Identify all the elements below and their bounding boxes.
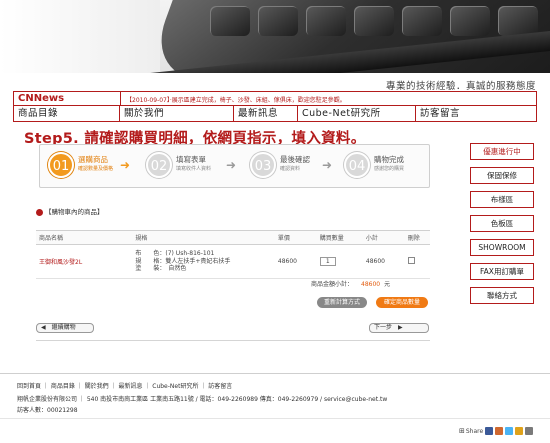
cart-total: 商品金額小計： 48600 元	[311, 279, 390, 288]
banner-tile	[258, 6, 298, 36]
price-cell: 48600	[274, 244, 317, 279]
total-label: 商品金額小計：	[311, 281, 354, 288]
quantity-input[interactable]: 1	[319, 257, 336, 266]
nav-item-news[interactable]: 最新訊息	[234, 106, 298, 122]
arrow-right-icon: ➜	[322, 158, 333, 172]
brand-logo[interactable]: CNNews	[18, 93, 64, 104]
spec-finish: 塗 裝： 自然色	[135, 265, 187, 273]
share-bar: ⊞ Share	[459, 425, 534, 437]
qty-cell: 1	[316, 244, 363, 279]
plurk-icon[interactable]	[495, 427, 504, 435]
banner-background	[0, 0, 160, 73]
column-header-price: 單價	[274, 230, 317, 245]
product-spec-cell: 布 色：(7) Ush-816-101 規 格：雙人左扶手+貴妃右扶手 塗 裝：…	[132, 244, 275, 279]
visitor-counter: 訪客人數：00021298	[17, 407, 78, 414]
showroom-button[interactable]: SHOWROOM	[470, 239, 534, 256]
step-label: 最後確認	[280, 155, 310, 164]
divider	[36, 340, 430, 341]
divider	[120, 92, 121, 106]
step-number: 01	[48, 152, 74, 178]
banner-tile	[210, 6, 250, 36]
total-unit: 元	[384, 281, 391, 288]
cart-heading: 【購物車內的商品】	[36, 206, 104, 216]
column-header-spec: 規格	[132, 230, 275, 245]
fabric-samples-button[interactable]: 布樣區	[470, 191, 534, 208]
subtotal-cell: 48600	[362, 244, 405, 279]
step-sublabel: 感謝您的購買	[374, 166, 405, 172]
product-name-cell: 王御和風沙發2L	[36, 244, 133, 279]
table-row: 王御和風沙發2L 布 色：(7) Ush-816-101 規 格：雙人左扶手+貴…	[36, 244, 430, 279]
banner-tile	[498, 6, 538, 36]
step-sublabel: 填寫收件人資料	[176, 166, 212, 172]
step-label: 填寫表單	[176, 155, 206, 164]
column-header-qty: 購買數量	[316, 230, 363, 245]
header-news-row: CNNews 【2010-09-07】‧展示區建立完成，椅子、沙發、床組、傢俱床…	[14, 92, 536, 106]
footer-links[interactable]: 回到首頁 ｜ 商品目錄 ｜ 關於我們 ｜ 最新訊息 ｜ Cube-Net研究所 …	[17, 381, 232, 390]
footer-divider	[0, 373, 550, 374]
warranty-button[interactable]: 保固保修	[470, 167, 534, 184]
nav-item-lab[interactable]: Cube-Net研究所	[298, 106, 416, 122]
step-label: 購物完成	[374, 155, 404, 164]
cart-table: 商品名稱 規格 單價 購買數量 小計 刪除 王御和風沙發2L 布 色：(7) U…	[36, 230, 430, 279]
total-amount: 48600	[361, 281, 381, 288]
column-header-subtotal: 小計	[362, 230, 405, 245]
column-header-delete: 刪除	[404, 230, 430, 245]
step-number: 04	[344, 152, 370, 178]
promo-button[interactable]: 優惠進行中	[470, 143, 534, 160]
step-sublabel: 確認資料	[280, 166, 301, 172]
twitter-icon[interactable]	[505, 427, 514, 435]
contact-button[interactable]: 聯絡方式	[470, 287, 534, 304]
continue-shopping-button[interactable]: ◀ 繼續購物	[36, 323, 94, 333]
email-icon[interactable]	[515, 427, 524, 435]
arrow-right-icon: ➜	[226, 158, 237, 172]
footer-company-info: 翔帆企業股份有限公司 ｜ 540 南投市南崗工業區 工業南五路11號 / 電話：…	[17, 396, 388, 403]
share-icon[interactable]: ⊞	[459, 427, 465, 435]
banner-tile	[402, 6, 442, 36]
bullet-icon	[36, 208, 43, 216]
banner-tile	[450, 6, 490, 36]
confirm-quantity-button[interactable]: 確定商品數量	[376, 297, 428, 308]
share-label[interactable]: Share	[466, 428, 483, 435]
step-label: 選購商品	[78, 155, 108, 164]
banner-tile	[306, 6, 346, 36]
nav-item-about[interactable]: 關於我們	[120, 106, 234, 122]
banner-tile	[354, 6, 394, 36]
cart-heading-text: 【購物車內的商品】	[45, 208, 104, 216]
step-number: 03	[250, 152, 276, 178]
arrow-right-icon: ➜	[120, 158, 131, 172]
checkout-steps: 01 選購商品 確認數量及價格 ➜ 02 填寫表單 填寫收件人資料 ➜ 03 最…	[39, 144, 430, 188]
fax-order-button[interactable]: FAX用訂購單	[470, 263, 534, 280]
step-sublabel: 確認數量及價格	[78, 166, 114, 172]
side-menu: 優惠進行中 保固保修 布樣區 色板區 SHOWROOM FAX用訂購單 聯絡方式	[470, 143, 534, 311]
facebook-icon[interactable]	[485, 427, 494, 435]
main-nav: 商品目錄 關於我們 最新訊息 Cube-Net研究所 訪客留言	[14, 106, 536, 122]
divider	[0, 418, 550, 419]
color-board-button[interactable]: 色板區	[470, 215, 534, 232]
print-icon[interactable]	[525, 427, 534, 435]
site-header: CNNews 【2010-09-07】‧展示區建立完成，椅子、沙發、床組、傢俱床…	[13, 91, 537, 122]
next-step-button[interactable]: 下一步 ▶	[369, 323, 429, 333]
site-slogan: 專業的技術經驗．真誠的服務態度	[385, 81, 536, 92]
product-name-link[interactable]: 王御和風沙發2L	[39, 259, 82, 266]
header-banner	[0, 0, 550, 73]
step-number: 02	[146, 152, 172, 178]
table-header-row: 商品名稱 規格 單價 購買數量 小計 刪除	[36, 230, 430, 245]
delete-checkbox[interactable]	[407, 257, 415, 264]
recalculate-button[interactable]: 重新計算方式	[317, 297, 367, 308]
column-header-name: 商品名稱	[36, 230, 133, 245]
delete-cell	[404, 244, 430, 279]
nav-item-products[interactable]: 商品目錄	[14, 106, 120, 122]
news-ticker[interactable]: 【2010-09-07】‧展示區建立完成，椅子、沙發、床組、傢俱床，歡迎您駐足參…	[126, 95, 346, 104]
spec-color: 布 色：(7) Ush-816-101	[135, 250, 215, 258]
nav-item-guestbook[interactable]: 訪客留言	[416, 106, 536, 122]
